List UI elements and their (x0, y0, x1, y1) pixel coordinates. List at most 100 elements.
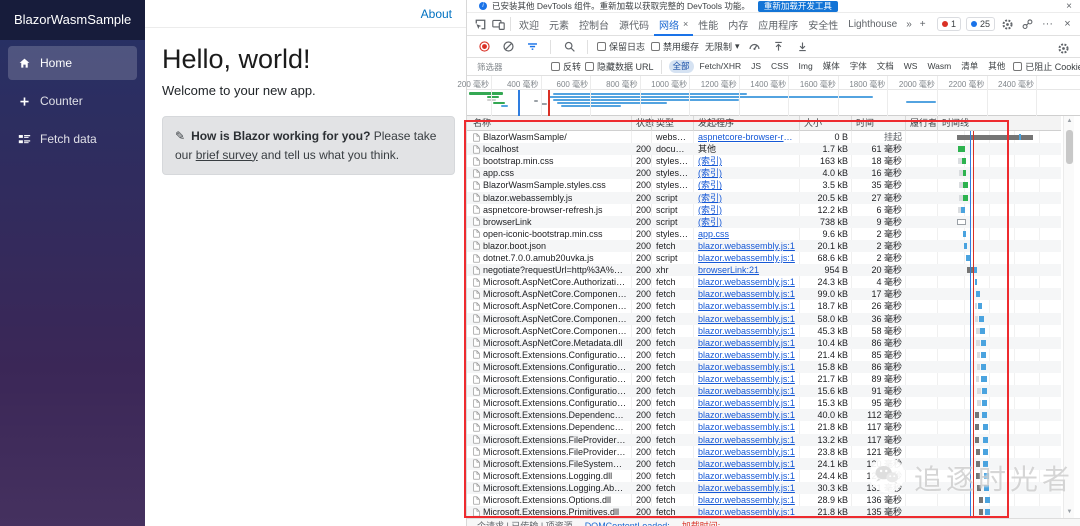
notification-close-icon[interactable]: × (1066, 0, 1072, 13)
close-devtools-icon[interactable]: × (1060, 17, 1075, 32)
record-icon[interactable] (475, 38, 493, 56)
table-row[interactable]: Microsoft.AspNetCore.Components.Web.dll2… (467, 313, 1061, 325)
filter-icon[interactable] (523, 38, 541, 56)
table-row[interactable]: Microsoft.Extensions.FileProviders.Physi… (467, 446, 1061, 458)
sidebar-item-fetch-data[interactable]: Fetch data (8, 122, 137, 156)
add-tab-icon[interactable]: + (916, 19, 930, 30)
table-row[interactable]: Microsoft.Extensions.Configuration.FileE… (467, 385, 1061, 397)
settings-gear-icon[interactable] (1000, 17, 1015, 32)
inspect-element-icon[interactable] (471, 15, 489, 33)
column-header-wf[interactable]: 时间线 (939, 116, 1059, 131)
table-row[interactable]: browserLink200script(索引)738 kB9 毫秒 (467, 216, 1061, 228)
error-badge[interactable]: 1 (937, 17, 961, 31)
more-options-icon[interactable]: ··· (1040, 17, 1055, 32)
extensions-link-icon[interactable] (1020, 17, 1035, 32)
filter-pill-css[interactable]: CSS (767, 60, 792, 73)
tab-应用程序[interactable]: 应用程序 (753, 13, 803, 36)
network-overview[interactable] (467, 90, 1080, 116)
device-toolbar-icon[interactable] (489, 15, 507, 33)
table-row[interactable]: dotnet.7.0.0.amub20uvka.js200scriptblazo… (467, 252, 1061, 264)
table-row[interactable]: bootstrap.min.css200stylesheet(索引)163 kB… (467, 155, 1061, 167)
tab-内存[interactable]: 内存 (723, 13, 753, 36)
column-header-name[interactable]: 名称 (470, 116, 630, 131)
reload-devtools-button[interactable]: 重新加载开发工具 (758, 1, 838, 12)
sidebar-item-home[interactable]: Home (8, 46, 137, 80)
table-row[interactable]: Microsoft.Extensions.Configuration.dll20… (467, 349, 1061, 361)
tab-Lighthouse[interactable]: Lighthouse (843, 13, 902, 36)
tab-安全性[interactable]: 安全性 (803, 13, 843, 36)
table-row[interactable]: Microsoft.Extensions.Logging.Abstraction… (467, 482, 1061, 494)
filter-pill-字体[interactable]: 字体 (846, 60, 871, 73)
network-settings-gear-icon[interactable] (1054, 39, 1072, 57)
table-row[interactable]: blazor.webassembly.js200script(索引)20.5 k… (467, 192, 1061, 204)
filter-pill-清单[interactable]: 清单 (957, 60, 982, 73)
filter-pill-wasm[interactable]: Wasm (923, 60, 955, 73)
table-row[interactable]: Microsoft.Extensions.DependencyInjection… (467, 409, 1061, 421)
table-row[interactable]: negotiate?requestUrl=http%3A%2F%2Flocalh… (467, 264, 1061, 276)
import-har-icon[interactable] (770, 38, 788, 56)
table-row[interactable]: Microsoft.Extensions.DependencyInjection… (467, 421, 1061, 433)
search-icon[interactable] (560, 38, 578, 56)
table-row[interactable]: Microsoft.Extensions.Configuration.Abstr… (467, 361, 1061, 373)
table-row[interactable]: BlazorWasmSample.styles.css200stylesheet… (467, 179, 1061, 191)
tab-源代码[interactable]: 源代码 (614, 13, 654, 36)
tab-元素[interactable]: 元素 (544, 13, 574, 36)
hide-data-urls-checkbox[interactable]: 隐藏数据 URL (585, 60, 654, 73)
network-conditions-icon[interactable] (746, 38, 764, 56)
tab-close-icon[interactable]: × (683, 19, 688, 29)
more-tabs-icon[interactable]: » (902, 19, 916, 30)
about-link[interactable]: About (421, 7, 452, 21)
export-har-icon[interactable] (794, 38, 812, 56)
table-row[interactable]: Microsoft.Extensions.FileProviders.Abstr… (467, 434, 1061, 446)
table-row[interactable]: Microsoft.AspNetCore.Components.Forms.dl… (467, 300, 1061, 312)
scrollbar-thumb[interactable] (1066, 130, 1073, 164)
tab-欢迎[interactable]: 欢迎 (514, 13, 544, 36)
app-brand[interactable]: BlazorWasmSample (0, 0, 145, 40)
table-row[interactable]: aspnetcore-browser-refresh.js200script(索… (467, 204, 1061, 216)
scroll-up-icon[interactable]: ▲ (1064, 116, 1075, 127)
tab-控制台[interactable]: 控制台 (574, 13, 614, 36)
scroll-down-icon[interactable]: ▼ (1064, 507, 1075, 518)
issues-badge[interactable]: 25 (966, 17, 995, 31)
table-row[interactable]: Microsoft.Extensions.Options.dll200fetch… (467, 494, 1061, 506)
tab-性能[interactable]: 性能 (693, 13, 723, 36)
column-header-ful[interactable]: 履行者 (907, 116, 937, 131)
column-header-time[interactable]: 时间 (853, 116, 905, 131)
column-header-init[interactable]: 发起程序 (695, 116, 799, 131)
column-header-size[interactable]: 大小 (801, 116, 851, 131)
table-row[interactable]: Microsoft.Extensions.Logging.dll200fetch… (467, 470, 1061, 482)
filter-pill-ws[interactable]: WS (900, 60, 922, 73)
table-scrollbar[interactable]: ▲ ▼ (1063, 116, 1074, 518)
tab-网络[interactable]: 网络× (654, 13, 693, 36)
throttling-select[interactable]: 无限制▾ (705, 40, 740, 53)
filter-pill-img[interactable]: Img (795, 60, 817, 73)
table-row[interactable]: Microsoft.AspNetCore.Metadata.dll200fetc… (467, 337, 1061, 349)
table-row[interactable]: localhost200document其他1.7 kB61 毫秒 (467, 143, 1061, 155)
filter-pill-媒体[interactable]: 媒体 (819, 60, 844, 73)
brief-survey-link[interactable]: brief survey (196, 148, 258, 162)
network-filter-input[interactable] (475, 61, 547, 73)
table-row[interactable]: Microsoft.AspNetCore.Authorization.dll20… (467, 276, 1061, 288)
filter-pill-fetch-xhr[interactable]: Fetch/XHR (696, 60, 746, 73)
sidebar-item-counter[interactable]: Counter (8, 84, 137, 118)
table-row[interactable]: Microsoft.Extensions.Primitives.dll200fe… (467, 506, 1061, 518)
table-row[interactable]: Microsoft.AspNetCore.Components.WebAsse.… (467, 325, 1061, 337)
table-row[interactable]: Microsoft.Extensions.FileSystemGlobbing.… (467, 458, 1061, 470)
filter-pill-其他[interactable]: 其他 (984, 60, 1009, 73)
preserve-log-checkbox[interactable]: 保留日志 (597, 40, 645, 53)
table-row[interactable]: open-iconic-bootstrap.min.css200styleshe… (467, 228, 1061, 240)
table-row[interactable]: BlazorWasmSample/websocketaspnetcore-bro… (467, 131, 1061, 143)
filter-pill-js[interactable]: JS (747, 60, 765, 73)
disable-cache-checkbox[interactable]: 禁用缓存 (651, 40, 699, 53)
table-row[interactable]: Microsoft.Extensions.Configuration.Json.… (467, 397, 1061, 409)
table-row[interactable]: Microsoft.AspNetCore.Components.dll200fe… (467, 288, 1061, 300)
filter-pill-全部[interactable]: 全部 (669, 60, 694, 73)
table-row[interactable]: blazor.boot.json200fetchblazor.webassemb… (467, 240, 1061, 252)
blocked-cookies-checkbox[interactable]: 已阻止 Cookie (1013, 60, 1080, 73)
clear-icon[interactable] (499, 38, 517, 56)
invert-checkbox[interactable]: 反转 (551, 60, 581, 73)
filter-pill-文档[interactable]: 文档 (873, 60, 898, 73)
table-row[interactable]: Microsoft.Extensions.Configuration.Binde… (467, 373, 1061, 385)
column-header-type[interactable]: 类型 (653, 116, 693, 131)
table-row[interactable]: app.css200stylesheet(索引)4.0 kB16 毫秒 (467, 167, 1061, 179)
